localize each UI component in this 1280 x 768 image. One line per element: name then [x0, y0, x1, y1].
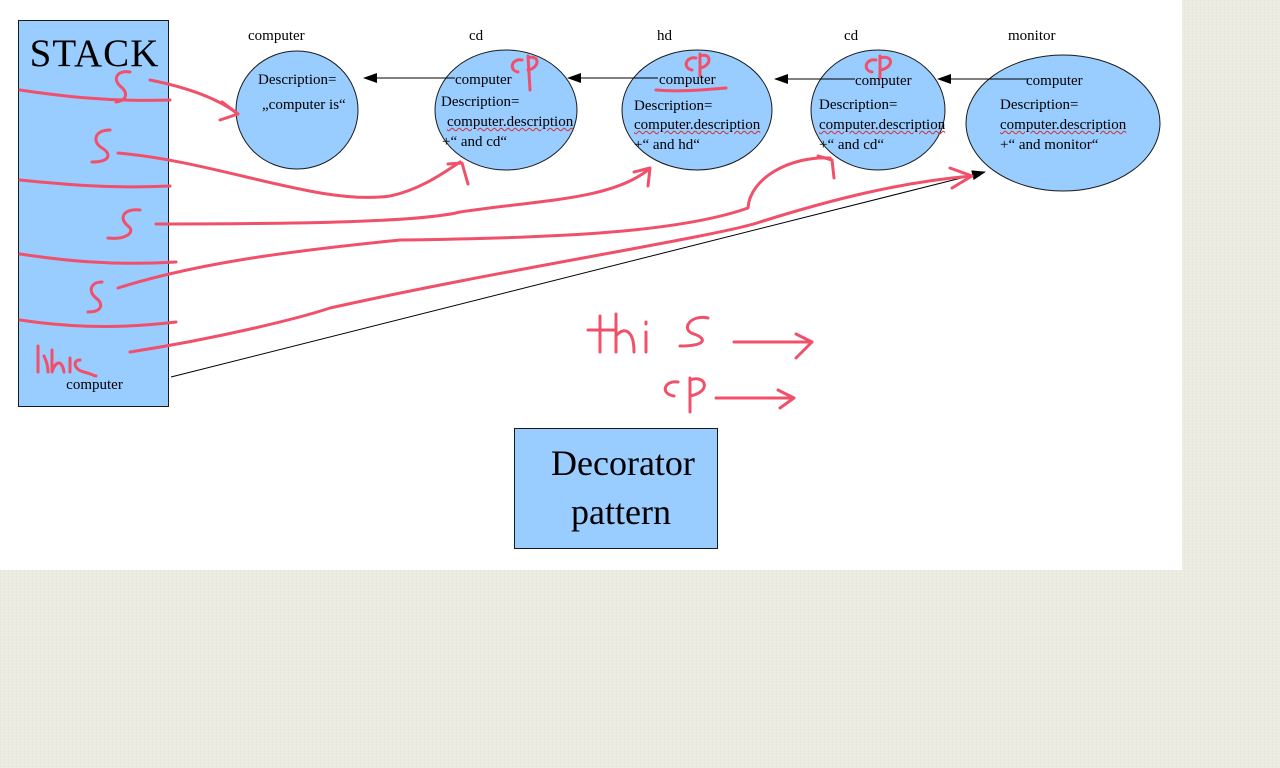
stack-mark-this [36, 344, 98, 378]
node-title-cd2: cd [844, 28, 859, 44]
diagram-canvas [18, 49, 1161, 414]
stack-to-monitor-arrow [170, 170, 986, 378]
curve-this-to-monitor [128, 174, 974, 354]
node-computer-line1: Description= [258, 72, 337, 88]
node-cd2-line3: +“ and cd“ [819, 137, 885, 153]
node-computer-line2: „computer is“ [262, 97, 346, 113]
node-hd-line1: Description= [634, 98, 713, 114]
node-cd2-top: computer [855, 73, 912, 89]
node-cd-line3: +“ and cd“ [442, 134, 508, 150]
node-title-computer: computer [248, 28, 305, 44]
stack-mark-s1 [114, 70, 132, 104]
node-cd-line1: Description= [441, 94, 520, 110]
legend-cp-arrow [714, 388, 796, 410]
node-monitor-line2: computer.description [1000, 117, 1127, 133]
stack-divider-3 [18, 252, 178, 265]
stack-divider-2 [18, 178, 172, 189]
legend-this-glyphs [586, 312, 710, 354]
node-cd2-line1: Description= [819, 97, 898, 113]
arrowhead-cd [446, 161, 470, 186]
node-monitor-top: computer [1026, 73, 1083, 89]
legend-cp-glyphs [663, 376, 706, 414]
curve-s1-to-computer [148, 78, 240, 116]
node-title-hd: hd [657, 28, 672, 44]
curve-s3-to-hd [154, 168, 650, 226]
node-cd-line2: computer.description [447, 114, 574, 130]
node-hd-top: computer [659, 72, 716, 88]
node-hd-line3: +“ and hd“ [634, 137, 700, 153]
slide: STACK computer Decorator pattern compute… [0, 0, 1182, 570]
stack-mark-s3 [106, 208, 142, 240]
node-title-monitor: monitor [1008, 28, 1056, 44]
stack-divider-4 [18, 318, 178, 328]
stack-mark-s2 [90, 128, 112, 164]
stack-mark-s4 [86, 280, 104, 314]
node-hd-line2: computer.description [634, 117, 761, 133]
node-monitor-line3: +“ and monitor“ [1000, 137, 1099, 153]
stack-divider-1 [18, 88, 172, 102]
node-monitor-line1: Description= [1000, 97, 1079, 113]
legend-this-arrow [732, 332, 814, 360]
node-title-cd: cd [469, 28, 484, 44]
node-cd2-line2: computer.description [819, 117, 946, 133]
node-cd-top: computer [455, 72, 512, 88]
